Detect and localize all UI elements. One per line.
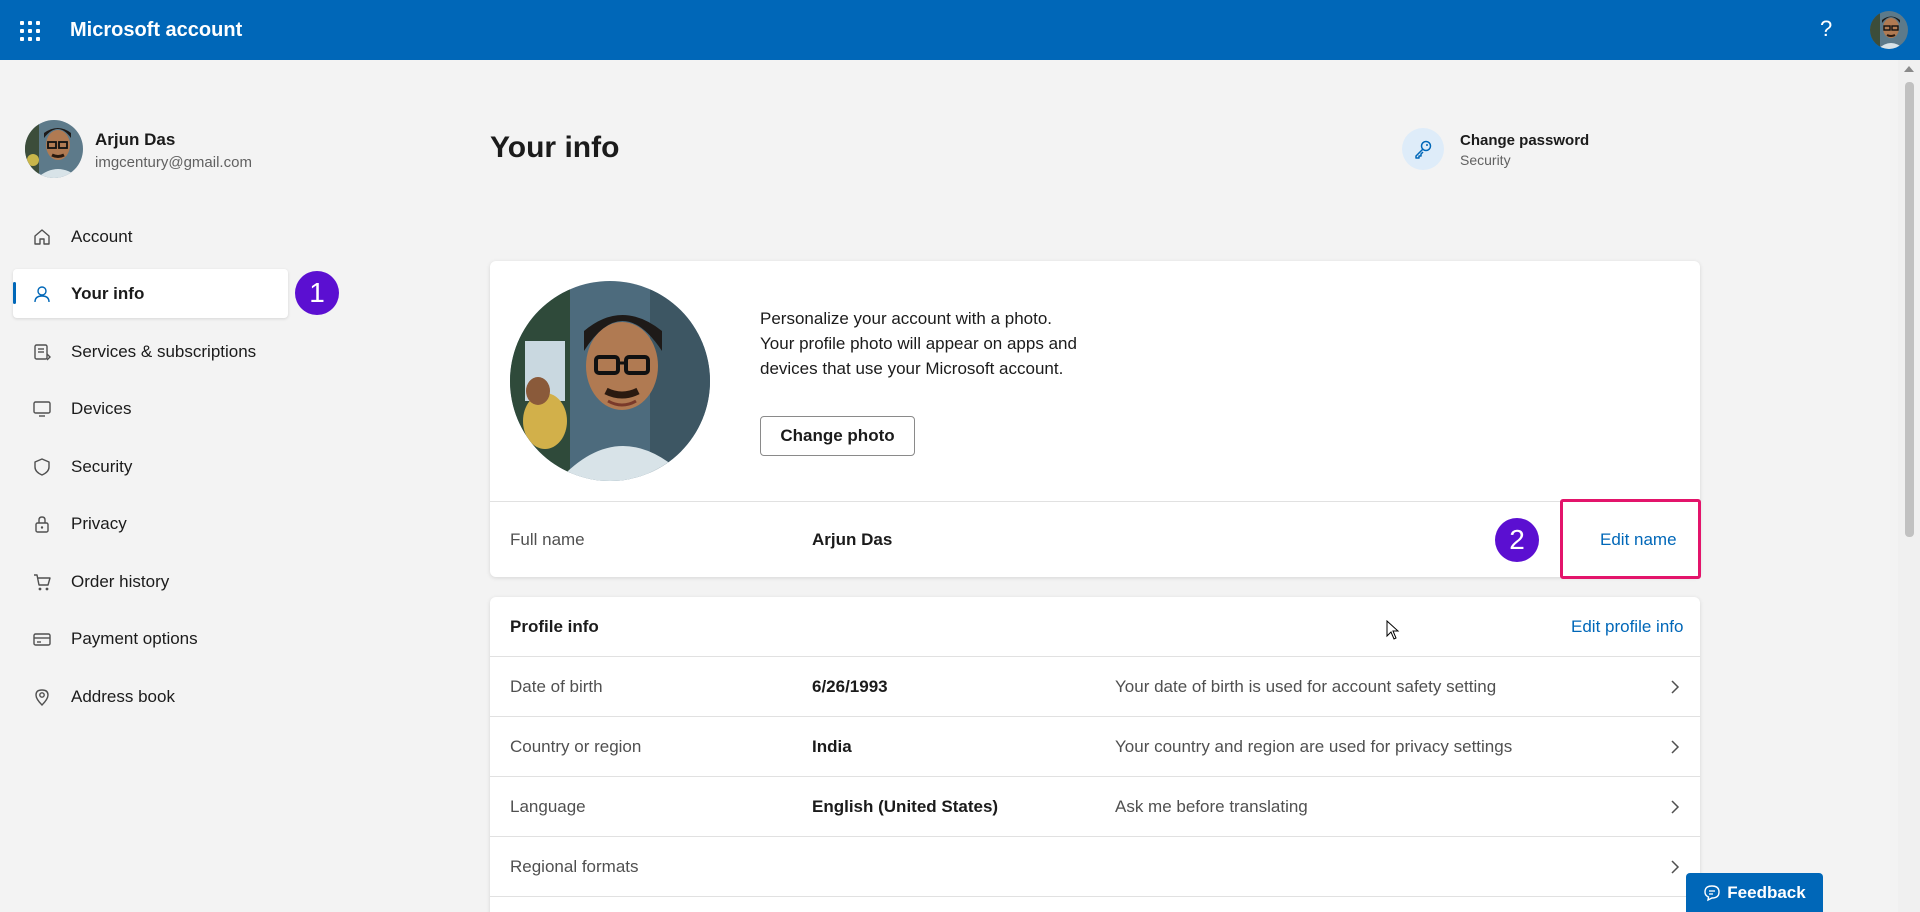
- step-badge-2: 2: [1495, 518, 1539, 562]
- user-avatar: [25, 120, 83, 178]
- sidebar-item-services-subscriptions[interactable]: Services & subscriptions: [13, 327, 288, 376]
- help-icon[interactable]: ?: [1820, 16, 1832, 42]
- change-photo-button[interactable]: Change photo: [760, 416, 915, 456]
- chevron-right-icon: [1671, 740, 1680, 754]
- user-email: imgcentury@gmail.com: [95, 154, 252, 171]
- mouse-cursor-icon: [1386, 620, 1400, 640]
- monitor-icon: [31, 398, 53, 420]
- change-password-subtitle: Security: [1460, 152, 1511, 168]
- profile-row-country-region[interactable]: Country or region India Your country and…: [490, 717, 1700, 777]
- page-title: Your info: [490, 131, 620, 164]
- row-label: Date of birth: [510, 677, 603, 696]
- full-name-value: Arjun Das: [812, 530, 893, 549]
- feedback-button[interactable]: Feedback: [1686, 873, 1823, 912]
- app-launcher-icon[interactable]: [20, 21, 40, 41]
- sidebar-item-label: Your info: [71, 283, 145, 303]
- row-value: India: [812, 737, 852, 756]
- row-description: Your country and region are used for pri…: [1115, 737, 1513, 756]
- profile-photo: [510, 281, 710, 481]
- photo-description: Personalize your account with a photo. Y…: [760, 309, 1077, 378]
- sidebar-item-privacy[interactable]: Privacy: [13, 499, 288, 548]
- sidebar-item-security[interactable]: Security: [13, 442, 288, 491]
- scrollbar-thumb[interactable]: [1905, 82, 1914, 537]
- sidebar-item-order-history[interactable]: Order history: [13, 557, 288, 606]
- row-description: Ask me before translating: [1115, 797, 1308, 816]
- change-password-title: Change password: [1460, 132, 1590, 149]
- row-label: Language: [510, 797, 586, 816]
- lock-icon: [31, 513, 53, 535]
- sidebar-item-label: Account: [71, 226, 133, 246]
- divider: [490, 501, 1700, 502]
- edit-name-highlight: [1560, 499, 1701, 579]
- full-name-label: Full name: [510, 530, 585, 549]
- shield-icon: [31, 456, 53, 478]
- profile-info-heading: Profile info: [510, 617, 599, 636]
- divider: [490, 896, 1700, 897]
- row-label: Country or region: [510, 737, 642, 756]
- row-label: Regional formats: [510, 857, 639, 876]
- account-avatar[interactable]: [1870, 11, 1908, 49]
- sidebar-item-account[interactable]: Account: [13, 212, 288, 261]
- sidebar-item-label: Security: [71, 456, 133, 476]
- feedback-label: Feedback: [1727, 882, 1806, 902]
- sidebar-item-label: Devices: [71, 398, 132, 418]
- change-password-link[interactable]: Change password Security: [1402, 128, 1642, 172]
- chevron-right-icon: [1671, 680, 1680, 694]
- cart-icon: [31, 571, 53, 593]
- row-value: English (United States): [812, 797, 999, 816]
- sidebar-item-your-info[interactable]: Your info: [13, 269, 288, 318]
- edit-profile-info-link[interactable]: Edit profile info: [1571, 617, 1683, 637]
- top-bar: Microsoft account ?: [0, 0, 1920, 60]
- sidebar-item-payment-options[interactable]: Payment options: [13, 614, 288, 663]
- scroll-up-arrow-icon[interactable]: [1904, 66, 1914, 72]
- sidebar-item-label: Privacy: [71, 513, 127, 533]
- chevron-right-icon: [1671, 860, 1680, 874]
- sidebar-item-address-book[interactable]: Address book: [13, 672, 288, 721]
- sidebar-item-label: Address book: [71, 686, 175, 706]
- app-title[interactable]: Microsoft account: [70, 19, 242, 42]
- row-value: 6/26/1993: [812, 677, 888, 696]
- profile-row-language[interactable]: Language English (United States) Ask me …: [490, 777, 1700, 837]
- user-card: Arjun Das imgcentury@gmail.com: [25, 120, 325, 182]
- profile-info-card: Profile info Edit profile info Date of b…: [490, 597, 1700, 912]
- user-name: Arjun Das: [95, 130, 176, 149]
- sidebar-item-label: Payment options: [71, 628, 198, 648]
- row-description: Your date of birth is used for account s…: [1115, 677, 1497, 696]
- profile-row-date-of-birth[interactable]: Date of birth 6/26/1993 Your date of bir…: [490, 657, 1700, 717]
- subscriptions-icon: [31, 341, 53, 363]
- key-icon: [1402, 128, 1444, 170]
- person-icon: [31, 283, 53, 305]
- credit-card-icon: [31, 628, 53, 650]
- profile-row-regional-formats[interactable]: Regional formats: [490, 837, 1700, 897]
- sidebar-item-label: Order history: [71, 571, 170, 591]
- location-pin-icon: [31, 686, 53, 708]
- feedback-chat-icon: [1703, 884, 1721, 902]
- sidebar-item-label: Services & subscriptions: [71, 341, 257, 361]
- step-badge-1: 1: [295, 271, 339, 315]
- sidebar-item-devices[interactable]: Devices: [13, 384, 288, 433]
- active-indicator: [13, 282, 16, 304]
- chevron-right-icon: [1671, 800, 1680, 814]
- home-icon: [31, 226, 53, 248]
